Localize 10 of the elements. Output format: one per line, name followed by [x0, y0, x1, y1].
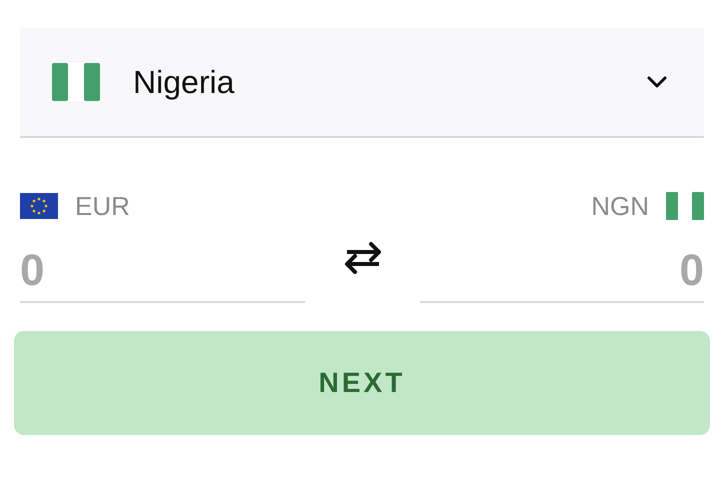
currency-code: EUR — [75, 190, 130, 222]
country-select[interactable]: Nigeria — [20, 28, 704, 138]
amount-field[interactable]: 0 — [20, 241, 305, 303]
chevron-down-icon — [646, 75, 668, 89]
country-name: Nigeria — [133, 63, 234, 102]
flag-icon — [666, 192, 704, 220]
amount-field[interactable]: 0 — [420, 241, 704, 303]
flag-icon — [20, 193, 58, 219]
flag-icon — [52, 63, 100, 101]
currency-code: NGN — [591, 190, 649, 222]
